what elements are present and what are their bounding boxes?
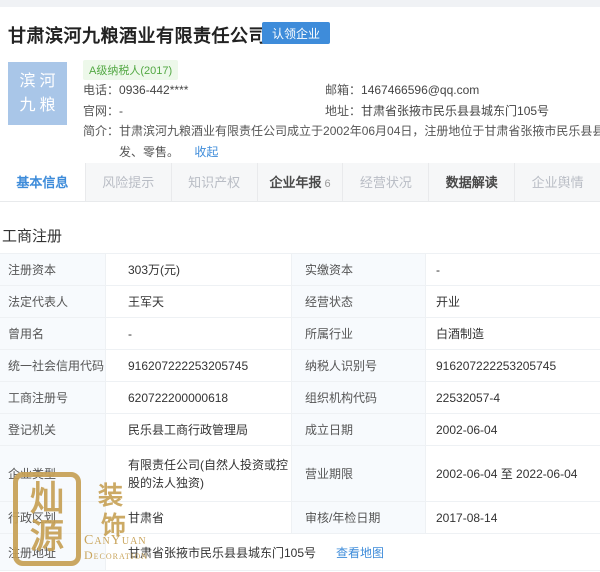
view-map-link[interactable]: 查看地图: [336, 544, 384, 561]
registration-table: 注册资本 303万(元) 实缴资本 - 法定代表人 王军天 经营状态 开业 曾用…: [0, 253, 600, 571]
intro-text-line2: 发、零售。: [119, 145, 180, 159]
tab-risk-alerts[interactable]: 风险提示: [86, 163, 172, 201]
table-row: 工商注册号 620722200000618 组织机构代码 22532057-4: [0, 382, 600, 414]
field-label: 经营状态: [292, 286, 426, 318]
intro-text-line1: 甘肃滨河九粮酒业有限责任公司成立于2002年06月04日，注册地位于甘肃省张掖市…: [119, 124, 600, 138]
field-value: -: [426, 254, 600, 286]
field-value: 有限责任公司(自然人投资或控股的法人独资): [106, 446, 292, 502]
field-label: 审核/年检日期: [292, 502, 426, 534]
tab-operating-status[interactable]: 经营状况: [343, 163, 430, 201]
tab-intellectual-property[interactable]: 知识产权: [172, 163, 258, 201]
table-row: 登记机关 民乐县工商行政管理局 成立日期 2002-06-04: [0, 414, 600, 446]
company-logo: 滨河 九粮: [8, 62, 67, 125]
field-label: 营业期限: [292, 446, 426, 502]
field-value: 民乐县工商行政管理局: [106, 414, 292, 446]
tab-public-sentiment[interactable]: 企业舆情: [515, 163, 600, 201]
annual-report-count: 6: [324, 178, 331, 190]
field-value: 王军天: [106, 286, 292, 318]
address-line: 地址：甘肃省张掖市民乐县县城东门105号: [325, 104, 550, 118]
field-value: 620722200000618: [106, 382, 292, 414]
table-row: 法定代表人 王军天 经营状态 开业: [0, 286, 600, 318]
table-row: 曾用名 - 所属行业 白酒制造: [0, 318, 600, 350]
table-row: 注册地址 甘肃省张掖市民乐县县城东门105号 查看地图: [0, 534, 600, 571]
website-line: 官网：-: [83, 104, 124, 118]
field-value: 2002-06-04 至 2022-06-04: [426, 446, 600, 502]
field-label: 纳税人识别号: [292, 350, 426, 382]
field-value: 22532057-4: [426, 382, 600, 414]
collapse-link[interactable]: 收起: [194, 145, 218, 159]
field-value: 916207222253205745: [426, 350, 600, 382]
field-label: 所属行业: [292, 318, 426, 350]
field-value: 2002-06-04: [426, 414, 600, 446]
top-strip: [0, 0, 600, 7]
field-value: 甘肃省: [106, 502, 292, 534]
field-label: 企业类型: [0, 446, 106, 502]
field-label: 实缴资本: [292, 254, 426, 286]
field-label: 登记机关: [0, 414, 106, 446]
field-label: 成立日期: [292, 414, 426, 446]
table-row: 注册资本 303万(元) 实缴资本 -: [0, 254, 600, 286]
email-value: 1467466596@qq.com: [361, 83, 480, 97]
field-label: 组织机构代码: [292, 382, 426, 414]
registered-address-value: 甘肃省张掖市民乐县县城东门105号: [128, 545, 317, 560]
table-row: 行政区划 甘肃省 审核/年检日期 2017-08-14: [0, 502, 600, 534]
field-label: 注册资本: [0, 254, 106, 286]
field-value: 开业: [426, 286, 600, 318]
logo-line1: 滨河: [19, 72, 60, 90]
tab-bar: 基本信息 风险提示 知识产权 企业年报 6 经营状况 数据解读 企业舆情: [0, 163, 600, 202]
field-label: 注册地址: [0, 534, 106, 571]
email-line: 邮箱：1467466596@qq.com: [325, 83, 480, 97]
tax-rating-badge: A级纳税人(2017): [83, 60, 179, 80]
field-value: 303万(元): [106, 254, 292, 286]
page-title: 甘肃滨河九粮酒业有限责任公司: [8, 26, 267, 46]
website-value: -: [119, 104, 124, 118]
company-profile-page: 甘肃滨河九粮酒业有限责任公司 认领企业 滨河 九粮 A级纳税人(2017) 电话…: [0, 0, 600, 572]
field-value: 2017-08-14: [426, 502, 600, 534]
registered-address-cell: 甘肃省张掖市民乐县县城东门105号 查看地图: [106, 534, 600, 571]
table-row: 企业类型 有限责任公司(自然人投资或控股的法人独资) 营业期限 2002-06-…: [0, 446, 600, 502]
field-value: -: [106, 318, 292, 350]
table-row: 统一社会信用代码 916207222253205745 纳税人识别号 91620…: [0, 350, 600, 382]
phone-line: 电话：0936-442****: [83, 83, 189, 97]
tab-data-insights[interactable]: 数据解读: [429, 163, 516, 201]
field-label: 行政区划: [0, 502, 106, 534]
field-label: 曾用名: [0, 318, 106, 350]
logo-line2: 九粮: [19, 96, 60, 114]
field-value: 916207222253205745: [106, 350, 292, 382]
field-value: 白酒制造: [426, 318, 600, 350]
tab-basic-info[interactable]: 基本信息: [0, 163, 86, 201]
field-label: 法定代表人: [0, 286, 106, 318]
claim-company-button[interactable]: 认领企业: [262, 22, 331, 44]
tab-annual-report[interactable]: 企业年报 6: [258, 163, 344, 201]
phone-value: 0936-442****: [119, 83, 189, 97]
section-title: 工商注册: [2, 228, 63, 245]
field-label: 统一社会信用代码: [0, 350, 106, 382]
address-value: 甘肃省张掖市民乐县县城东门105号: [361, 104, 550, 118]
field-label: 工商注册号: [0, 382, 106, 414]
company-intro: 简介： 甘肃滨河九粮酒业有限责任公司成立于2002年06月04日，注册地位于甘肃…: [83, 121, 600, 163]
intro-label: 简介：: [83, 124, 120, 138]
